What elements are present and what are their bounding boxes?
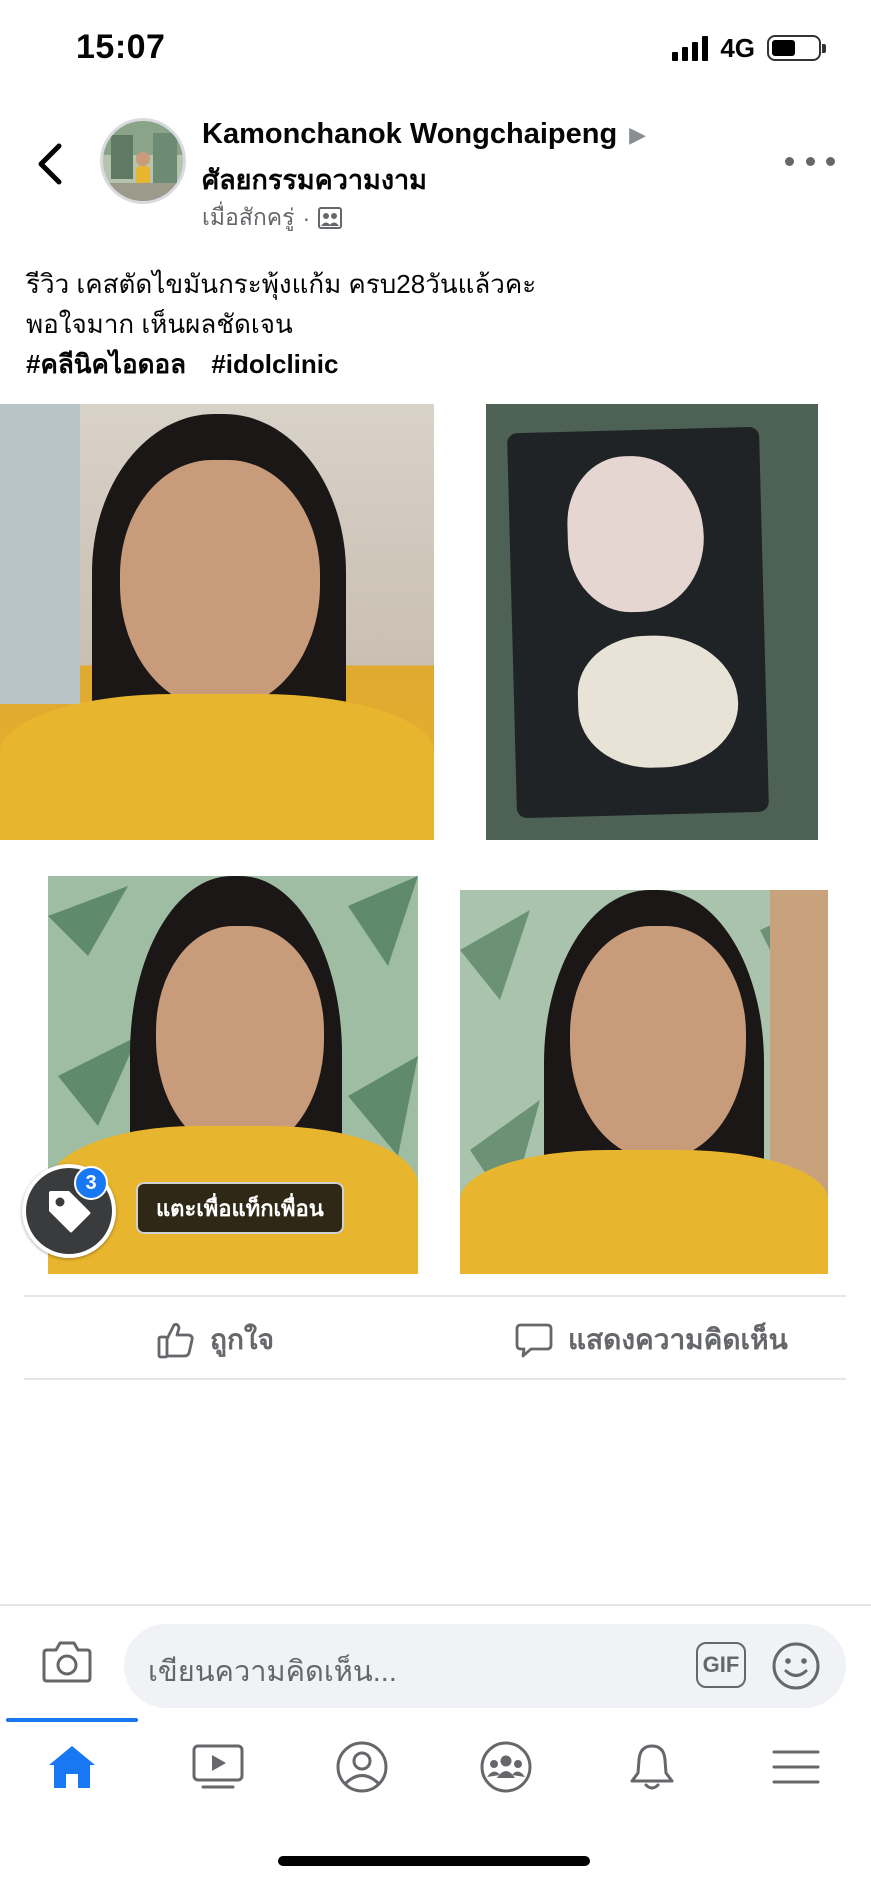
cellular-signal-icon — [672, 35, 709, 61]
more-dot — [805, 156, 815, 166]
comment-label: แสดงความคิดเห็น — [568, 1324, 788, 1355]
camera-button[interactable] — [40, 1636, 94, 1686]
comment-input[interactable]: เขียนความคิดเห็น... GIF — [124, 1624, 846, 1708]
group-members-icon — [318, 207, 343, 229]
author-line: Kamonchanok Wongchaipeng ▶ — [202, 118, 646, 151]
measurement-tray — [507, 426, 769, 819]
tab-menu[interactable] — [746, 1736, 846, 1798]
tab-profile[interactable] — [312, 1736, 412, 1798]
tag-tooltip[interactable]: แตะเพื่อแท็กเพื่อน — [136, 1182, 344, 1234]
photo-grid — [0, 402, 871, 1274]
group-name[interactable]: ศัลยกรรมความงาม — [202, 158, 427, 201]
tab-notifications[interactable] — [602, 1736, 702, 1798]
comment-button[interactable]: แสดงความคิดเห็น — [514, 1312, 788, 1368]
hashtags: #คลีนิคไอดอล #idolclinic — [26, 344, 846, 384]
post-timestamp[interactable]: เมื่อสักครู่ — [202, 200, 295, 236]
tab-groups[interactable] — [456, 1736, 556, 1798]
groups-icon — [480, 1741, 532, 1793]
tab-watch[interactable] — [168, 1736, 268, 1798]
camera-icon — [42, 1641, 92, 1683]
battery-icon — [767, 35, 826, 61]
status-bar: 15:07 4G — [0, 0, 871, 96]
like-button[interactable]: ถูกใจ — [156, 1312, 274, 1368]
author-name[interactable]: Kamonchanok Wongchaipeng — [202, 118, 617, 151]
gif-button[interactable]: GIF — [696, 1642, 746, 1688]
meta-separator: · — [302, 204, 311, 231]
tag-count-badge: 3 — [74, 1166, 108, 1200]
menu-icon — [772, 1750, 820, 1784]
like-label: ถูกใจ — [210, 1324, 274, 1355]
home-indicator — [278, 1856, 590, 1866]
more-options-button[interactable] — [785, 146, 835, 176]
photo-before-face[interactable] — [0, 404, 434, 840]
more-dot — [826, 156, 835, 166]
play-arrow-icon: ▶ — [629, 121, 647, 147]
back-button[interactable] — [28, 134, 72, 194]
home-icon — [49, 1746, 95, 1788]
notifications-icon — [630, 1744, 674, 1790]
watch-icon — [192, 1744, 244, 1789]
status-time: 15:07 — [76, 28, 166, 66]
post-header: Kamonchanok Wongchaipeng ▶ ศัลยกรรมความง… — [0, 110, 871, 240]
photo-removed-fat[interactable] — [486, 404, 818, 840]
bottom-tab-bar — [0, 1722, 871, 1814]
post-body: รีวิว เคสตัดไขมันกระพุ้งแก้ม ครบ28วันแล้… — [26, 264, 846, 384]
post-body-line: พอใจมาก เห็นผลชัดเจน — [26, 309, 293, 339]
emoji-icon[interactable] — [770, 1640, 822, 1692]
comment-bubble-icon — [515, 1323, 553, 1358]
hashtag-link[interactable]: #idolclinic — [211, 349, 338, 379]
more-dot — [785, 156, 794, 166]
tab-home[interactable] — [22, 1736, 122, 1798]
chevron-left-icon — [38, 143, 62, 185]
photo-after-face-2[interactable] — [460, 890, 828, 1274]
thumbs-up-icon — [157, 1323, 194, 1359]
avatar[interactable] — [100, 118, 186, 204]
status-indicators: 4G — [672, 32, 826, 64]
hashtag-link[interactable]: #คลีนิคไอดอล — [26, 349, 186, 379]
network-type: 4G — [720, 32, 755, 63]
divider — [24, 1378, 846, 1380]
post-body-line: รีวิว เคสตัดไขมันกระพุ้งแก้ม ครบ28วันแล้… — [26, 269, 537, 299]
comment-placeholder: เขียนความคิดเห็น... — [148, 1656, 397, 1688]
post-meta: เมื่อสักครู่ · — [202, 200, 343, 236]
divider — [24, 1295, 846, 1297]
profile-icon — [336, 1741, 388, 1793]
composer-divider — [0, 1604, 871, 1606]
